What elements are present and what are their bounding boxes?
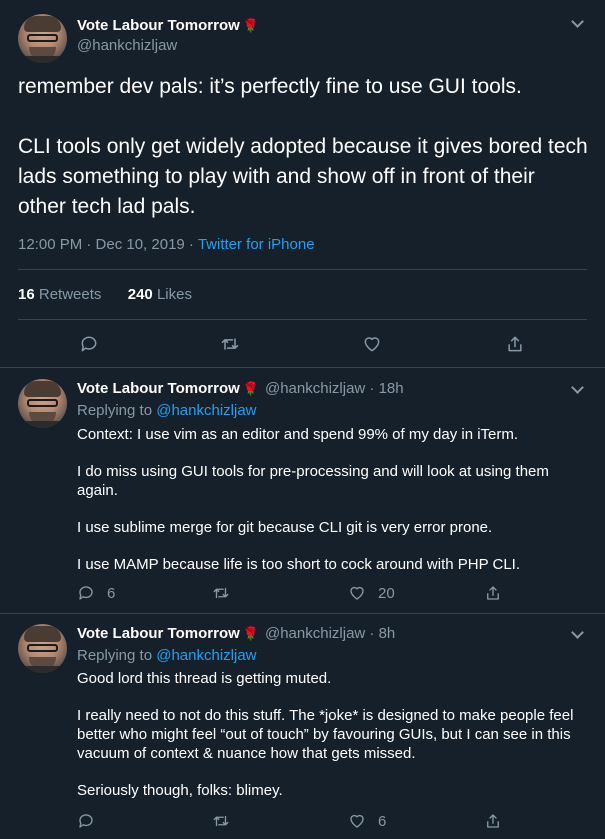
tweet-source-link[interactable]: Twitter for iPhone — [198, 236, 315, 253]
reply-paragraph: Context: I use vim as an editor and spen… — [77, 426, 519, 443]
divider — [18, 319, 587, 320]
author-name[interactable]: Vote Labour Tomorrow 🌹 @hankchizljaw · 8h — [77, 625, 395, 642]
reply-icon — [81, 336, 97, 352]
chevron-down-icon[interactable] — [571, 381, 584, 394]
reply-paragraph: I use MAMP because life is too short to … — [77, 556, 520, 573]
reply-icon — [79, 586, 93, 600]
chevron-down-icon[interactable] — [571, 626, 584, 639]
share-button[interactable] — [484, 810, 502, 832]
share-icon — [487, 586, 499, 600]
rose-emoji: 🌹 — [242, 626, 259, 641]
reply-tweet[interactable]: Vote Labour Tomorrow 🌹 @hankchizljaw · 18h… — [0, 368, 605, 614]
retweets-stat[interactable]: 16 Retweets — [18, 286, 101, 303]
retweet-button[interactable] — [220, 333, 240, 355]
chevron-down-icon[interactable] — [571, 15, 584, 28]
avatar[interactable] — [18, 379, 67, 428]
share-button[interactable] — [484, 582, 502, 604]
heart-icon — [350, 586, 364, 600]
reply-paragraph: I really need to not do this stuff. The … — [77, 707, 574, 762]
reply-button[interactable] — [79, 333, 99, 355]
heart-icon — [364, 337, 380, 352]
reply-paragraph: I use sublime merge for git because CLI … — [77, 519, 493, 536]
tweet-timestamp: 12:00 PM · Dec 10, 2019 · Twitter for iP… — [18, 236, 315, 253]
retweet-button[interactable] — [212, 810, 230, 832]
reply-paragraph: Good lord this thread is getting muted. — [77, 670, 332, 687]
like-count: 20 — [378, 584, 395, 602]
like-count: 6 — [378, 812, 387, 830]
tweet-text: remember dev pals: it’s perfectly fine t… — [18, 72, 588, 222]
author-handle[interactable]: @hankchizljaw — [77, 37, 177, 54]
reply-text: Good lord this thread is getting muted. … — [77, 669, 582, 800]
replying-to-link[interactable]: @hankchizljaw — [156, 647, 256, 664]
reply-paragraph: Seriously though, folks: blimey. — [77, 782, 283, 799]
tweet-actions — [0, 333, 605, 357]
replying-to: Replying to @hankchizljaw — [77, 647, 257, 664]
like-button[interactable]: 6 — [348, 810, 386, 832]
author-name[interactable]: Vote Labour Tomorrow 🌹 @hankchizljaw · 18h — [77, 380, 404, 397]
retweet-icon — [213, 587, 229, 599]
share-icon — [487, 814, 499, 828]
tweet-paragraph: remember dev pals: it’s perfectly fine t… — [18, 75, 522, 98]
reply-button[interactable] — [77, 810, 95, 832]
avatar[interactable] — [18, 14, 67, 63]
reply-tweet[interactable]: Vote Labour Tomorrow 🌹 @hankchizljaw · 8h … — [0, 614, 605, 839]
rose-emoji: 🌹 — [242, 18, 259, 33]
share-icon — [508, 336, 522, 352]
like-button[interactable] — [362, 333, 382, 355]
handle-and-time[interactable]: @hankchizljaw · 8h — [265, 625, 395, 642]
replying-to-link[interactable]: @hankchizljaw — [156, 402, 256, 419]
heart-icon — [350, 814, 364, 828]
reply-text: Context: I use vim as an editor and spen… — [77, 425, 582, 574]
handle-and-time[interactable]: @hankchizljaw · 18h — [265, 380, 404, 397]
avatar[interactable] — [18, 624, 67, 673]
reply-button[interactable]: 6 — [77, 582, 115, 604]
reply-count: 6 — [107, 584, 116, 602]
replying-to: Replying to @hankchizljaw — [77, 402, 257, 419]
timestamp[interactable]: 12:00 PM · Dec 10, 2019 · — [18, 236, 198, 253]
retweet-icon — [213, 815, 229, 827]
rose-emoji: 🌹 — [242, 381, 259, 396]
retweet-button[interactable] — [212, 582, 230, 604]
reply-icon — [79, 814, 93, 828]
author-name[interactable]: Vote Labour Tomorrow 🌹 — [77, 17, 259, 34]
retweet-icon — [221, 338, 239, 350]
tweet-stats: 16 Retweets 240 Likes — [18, 286, 192, 303]
like-button[interactable]: 20 — [348, 582, 395, 604]
divider — [18, 269, 587, 270]
reply-paragraph: I do miss using GUI tools for pre-proces… — [77, 463, 549, 499]
share-button[interactable] — [505, 333, 525, 355]
tweet-paragraph: CLI tools only get widely adopted becaus… — [18, 135, 588, 218]
main-tweet: Vote Labour Tomorrow 🌹 @hankchizljaw reme… — [0, 0, 605, 368]
likes-stat[interactable]: 240 Likes — [128, 286, 192, 303]
